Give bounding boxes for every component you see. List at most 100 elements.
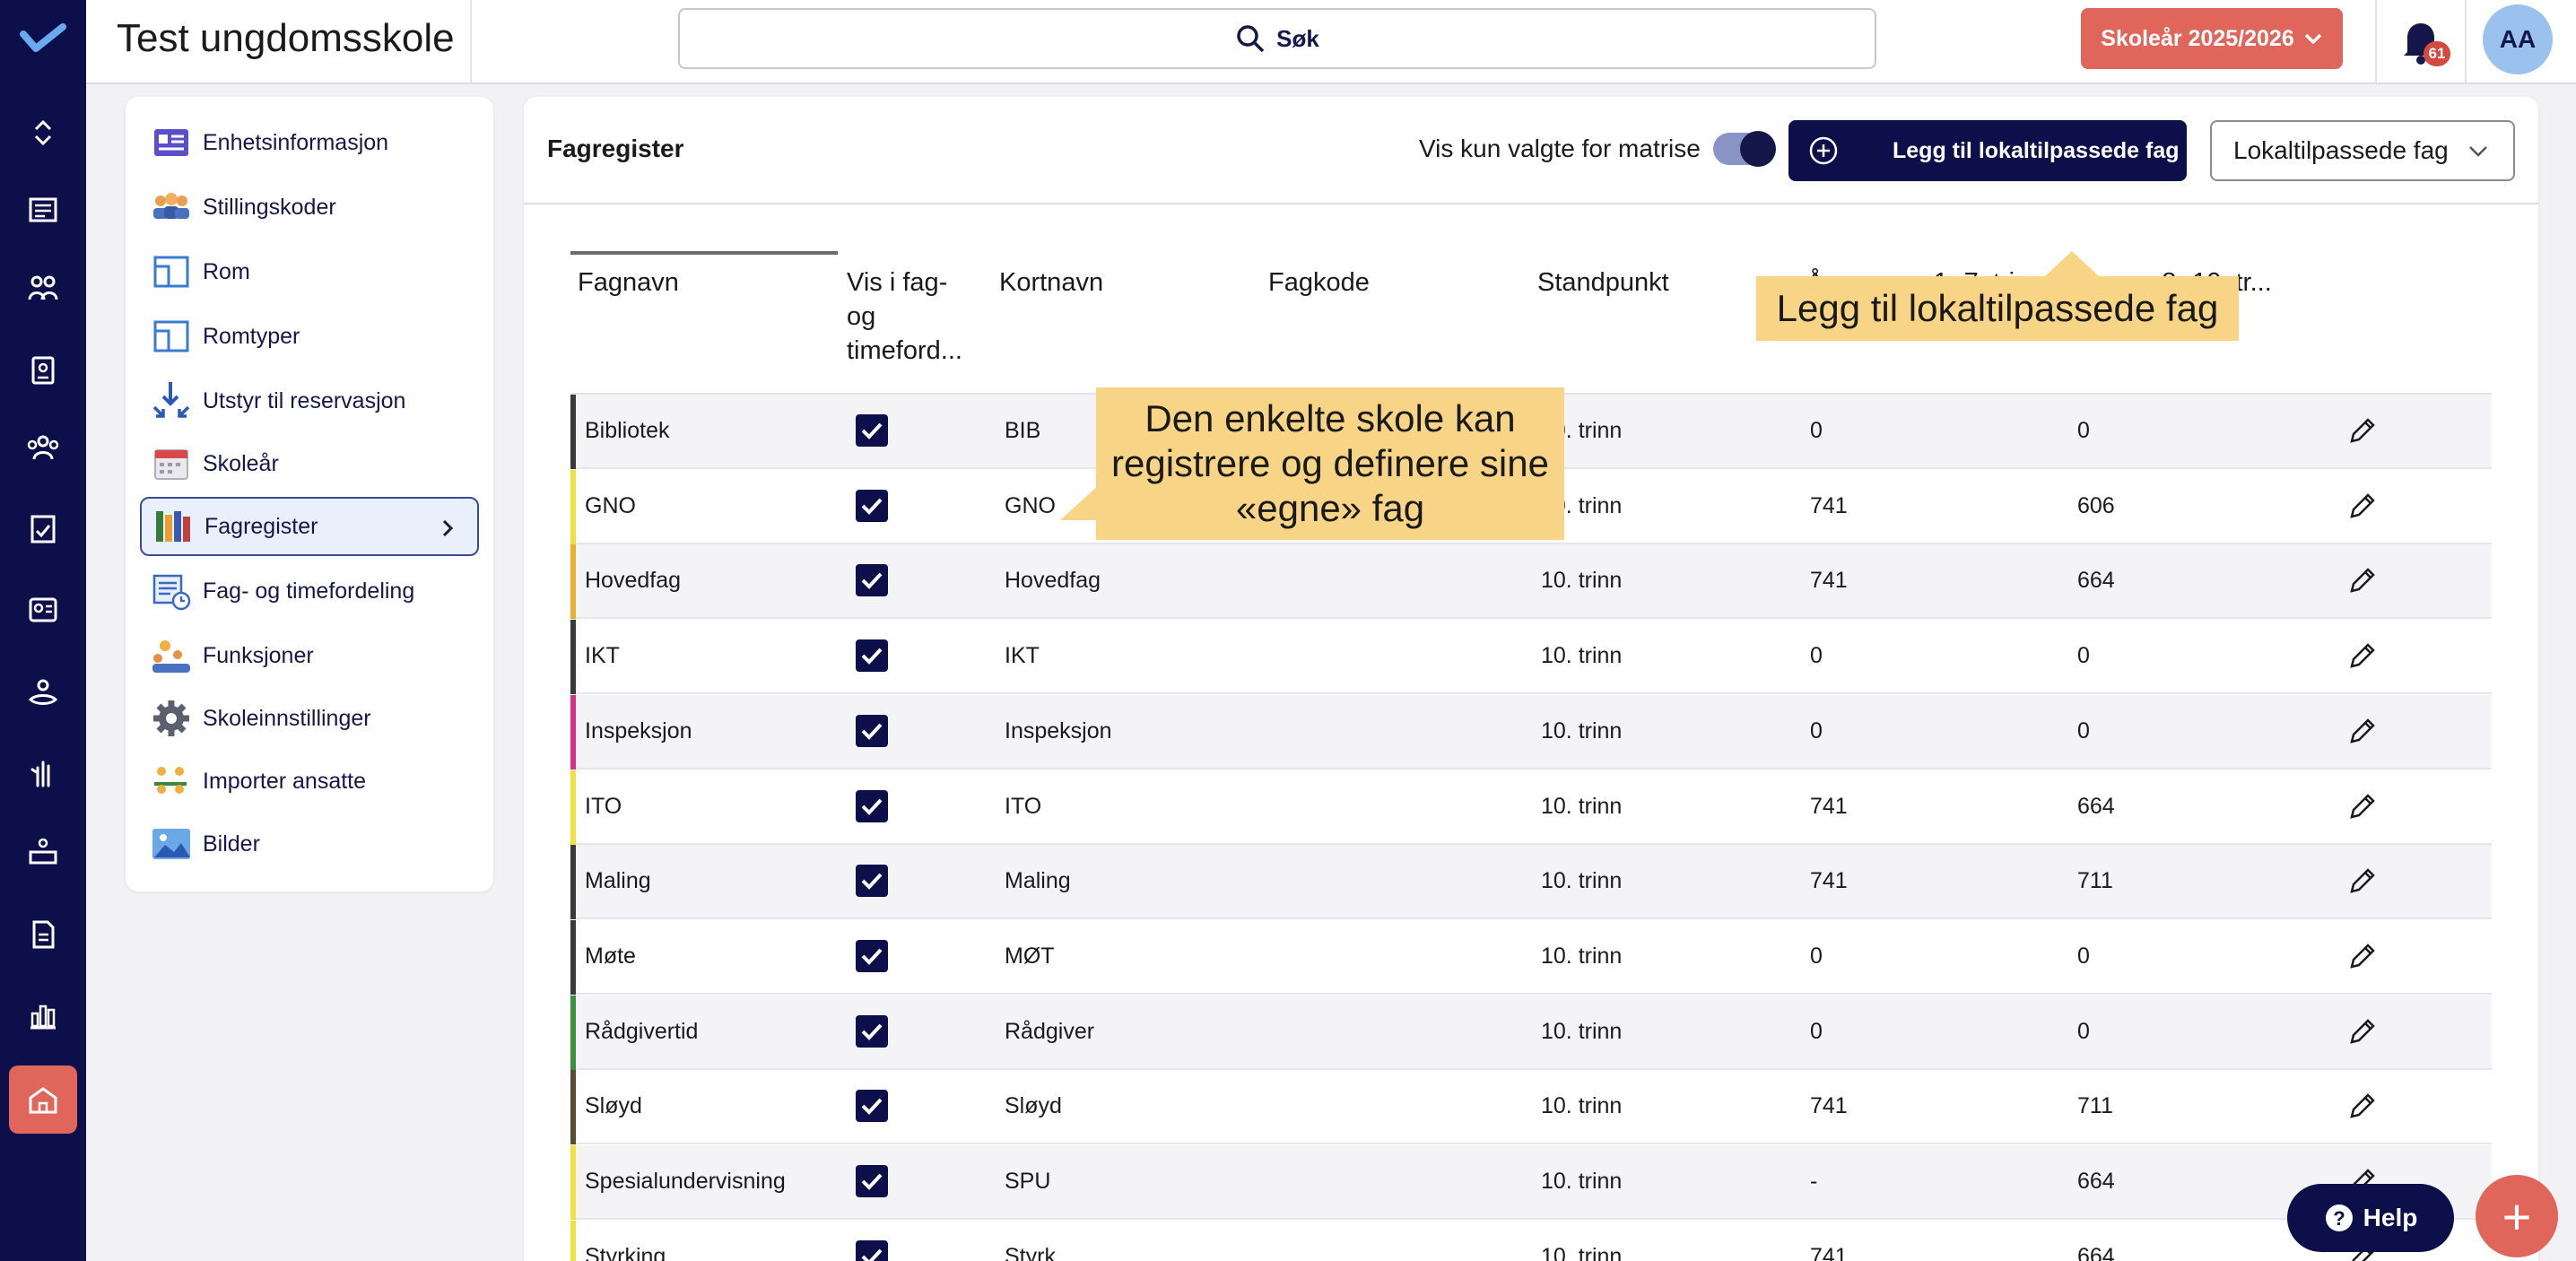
visible-checkbox[interactable] <box>856 414 888 447</box>
menu-item-importer-ansatte[interactable]: Importer ansatte <box>140 752 479 811</box>
functions-icon <box>152 640 190 673</box>
column-fagnavn[interactable]: Fagnavn <box>578 265 679 300</box>
pencil-icon[interactable] <box>2346 1015 2379 1048</box>
column-vis-i-fag[interactable]: Vis i fag- og timeford... <box>847 265 962 368</box>
menu-item-fag-og-timefordeling[interactable]: Fag- og timefordeling <box>140 561 479 621</box>
cell-arsramme-1-7: 0 <box>1810 643 1823 669</box>
staff-group-icon <box>153 193 189 219</box>
visible-checkbox[interactable] <box>856 564 888 597</box>
toggle-knob[interactable] <box>1740 131 1776 167</box>
hand-water-icon[interactable] <box>14 664 72 721</box>
people-icon[interactable] <box>14 260 72 317</box>
id-card-icon <box>154 129 188 156</box>
visible-checkbox[interactable] <box>856 865 888 898</box>
column-kortnavn[interactable]: Kortnavn <box>999 265 1103 300</box>
cell-standpunkt: 10. trinn <box>1541 1018 1623 1044</box>
menu-item-fagregister[interactable]: Fagregister <box>140 497 479 556</box>
subject-color-stripe <box>570 770 576 845</box>
visible-checkbox[interactable] <box>856 1090 888 1123</box>
table-row[interactable]: Spesialundervisning SPU 10. trinn - 664 <box>570 1145 2492 1220</box>
visible-checkbox[interactable] <box>856 1014 888 1048</box>
menu-item-skolear[interactable]: Skoleår <box>140 434 479 493</box>
bar-chart-icon[interactable] <box>14 987 72 1044</box>
visible-checkbox[interactable] <box>856 1239 888 1261</box>
table-row[interactable]: Inspeksjon Inspeksjon 10. trinn 0 0 <box>570 694 2492 770</box>
desk-icon[interactable] <box>14 823 72 881</box>
add-fab-button[interactable]: + <box>2476 1175 2558 1257</box>
logo-icon[interactable] <box>20 22 66 57</box>
column-fagkode[interactable]: Fagkode <box>1268 265 1370 300</box>
school-year-button[interactable]: Skoleår 2025/2026 <box>2081 8 2343 69</box>
add-button-label: Legg til lokaltilpassede fag <box>1893 137 2180 163</box>
pencil-icon[interactable] <box>2346 490 2379 522</box>
table-row[interactable]: Styrking Styrk 10. trinn 741 664 <box>570 1220 2492 1261</box>
cell-arsramme-8-10: 711 <box>2077 868 2113 894</box>
add-local-subject-button[interactable]: Legg til lokaltilpassede fag <box>1788 120 2187 181</box>
menu-item-stillingskoder[interactable]: Stillingskoder <box>140 178 479 237</box>
pencil-icon[interactable] <box>2346 1090 2379 1122</box>
cell-arsramme-1-7: 0 <box>1810 943 1823 969</box>
cell-kortnavn: IKT <box>1005 643 1040 669</box>
search-input[interactable]: Søk <box>678 8 1876 69</box>
cell-kortnavn: Maling <box>1005 868 1071 894</box>
menu-item-label: Utstyr til reservasjon <box>203 387 406 413</box>
settings-menu: Enhetsinformasjon Stillingskoder Rom Rom… <box>126 97 493 891</box>
contact-icon[interactable] <box>14 581 72 639</box>
cell-fagnavn: Spesialundervisning <box>585 1169 786 1194</box>
menu-item-bilder[interactable]: Bilder <box>140 814 479 874</box>
expand-collapse-icon[interactable] <box>14 104 72 161</box>
cell-fagnavn: Styrking <box>585 1243 666 1261</box>
pencil-icon[interactable] <box>2346 790 2379 822</box>
pencil-icon[interactable] <box>2346 865 2379 897</box>
menu-item-label: Bilder <box>203 831 260 857</box>
pencil-icon[interactable] <box>2346 715 2379 747</box>
table-row[interactable]: ITO ITO 10. trinn 741 664 <box>570 770 2492 845</box>
table-row[interactable]: Rådgivertid Rådgiver 10. trinn 0 0 <box>570 995 2492 1070</box>
cell-standpunkt: 10. trinn <box>1541 1243 1623 1261</box>
help-button[interactable]: ? Help <box>2287 1184 2454 1252</box>
visible-checkbox[interactable] <box>856 789 888 822</box>
raised-hand-icon[interactable] <box>14 744 72 802</box>
menu-item-utstyr-til-reservasjon[interactable]: Utstyr til reservasjon <box>140 371 479 430</box>
cell-arsramme-1-7: 0 <box>1810 1018 1823 1044</box>
checkmark-icon <box>861 798 883 815</box>
checkmark-icon <box>861 648 883 665</box>
table-row[interactable]: IKT IKT 10. trinn 0 0 <box>570 620 2492 695</box>
document-icon[interactable] <box>14 906 72 963</box>
menu-item-romtyper[interactable]: Romtyper <box>140 307 479 366</box>
page-title: Fagregister <box>547 135 684 162</box>
table-row[interactable]: Sløyd Sløyd 10. trinn 741 711 <box>570 1070 2492 1145</box>
visible-checkbox[interactable] <box>856 489 888 522</box>
pencil-icon[interactable] <box>2346 940 2379 972</box>
visible-checkbox[interactable] <box>856 639 888 673</box>
pencil-icon[interactable] <box>2346 564 2379 596</box>
visible-checkbox[interactable] <box>856 939 888 972</box>
avatar[interactable]: AA <box>2483 4 2553 74</box>
pencil-icon[interactable] <box>2346 414 2379 447</box>
cell-kortnavn: ITO <box>1005 793 1042 819</box>
menu-item-skoleinnstillinger[interactable]: Skoleinnstillinger <box>140 689 479 748</box>
column-standpunkt[interactable]: Standpunkt <box>1537 265 1669 300</box>
cell-arsramme-1-7: 741 <box>1810 492 1848 518</box>
news-icon[interactable] <box>14 181 72 239</box>
menu-item-funksjoner[interactable]: Funksjoner <box>140 626 479 685</box>
menu-item-enhetsinformasjon[interactable]: Enhetsinformasjon <box>140 113 479 172</box>
visible-checkbox[interactable] <box>856 1165 888 1197</box>
table-row[interactable]: Hovedfag Hovedfag 10. trinn 741 664 <box>570 544 2492 620</box>
table-row[interactable]: Møte MØT 10. trinn 0 0 <box>570 919 2492 995</box>
groups-icon[interactable] <box>14 420 72 477</box>
cell-kortnavn: Rådgiver <box>1005 1018 1095 1044</box>
school-icon[interactable] <box>9 1065 77 1134</box>
clipboard-icon[interactable] <box>14 341 72 398</box>
subject-type-select[interactable]: Lokaltilpassede fag <box>2210 120 2515 181</box>
visible-checkbox[interactable] <box>856 714 888 747</box>
menu-item-rom[interactable]: Rom <box>140 242 479 301</box>
table-row[interactable]: Maling Maling 10. trinn 741 711 <box>570 845 2492 920</box>
menu-item-label: Skoleinnstillinger <box>203 705 371 731</box>
pencil-icon[interactable] <box>2346 639 2379 672</box>
assignment-icon[interactable] <box>14 500 72 558</box>
checkmark-icon <box>861 948 883 965</box>
import-staff-icon <box>154 767 187 794</box>
chevron-down-icon <box>2469 146 2487 157</box>
svg-text:?: ? <box>2333 1207 2345 1230</box>
